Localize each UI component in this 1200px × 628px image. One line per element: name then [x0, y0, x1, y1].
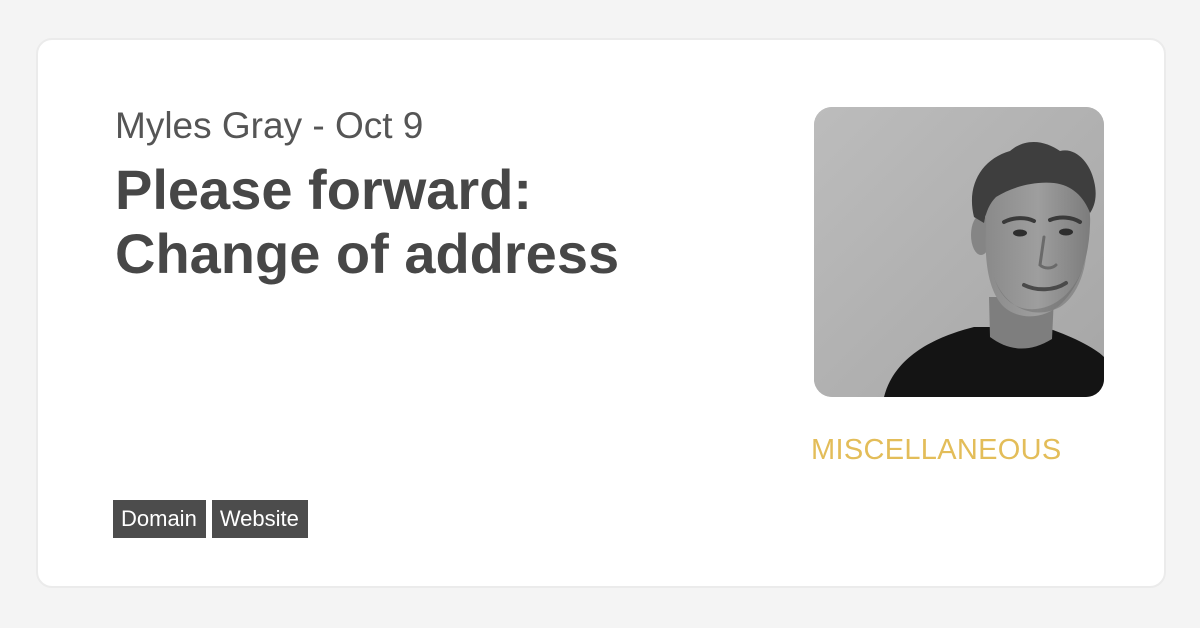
post-title[interactable]: Please forward: Change of address — [115, 158, 755, 286]
author-portrait-icon — [814, 107, 1104, 397]
post-byline: Myles Gray - Oct 9 — [115, 105, 424, 146]
tag-website[interactable]: Website — [211, 500, 308, 538]
post-title-line-1: Please forward: — [115, 158, 533, 221]
author-avatar — [814, 107, 1104, 397]
tag-list: Domain Website — [113, 500, 308, 538]
post-card[interactable]: Myles Gray - Oct 9 Please forward: Chang… — [36, 38, 1166, 588]
tag-domain[interactable]: Domain — [113, 500, 206, 538]
post-category[interactable]: MISCELLANEOUS — [811, 432, 1061, 468]
post-title-line-2: Change of address — [115, 222, 620, 285]
